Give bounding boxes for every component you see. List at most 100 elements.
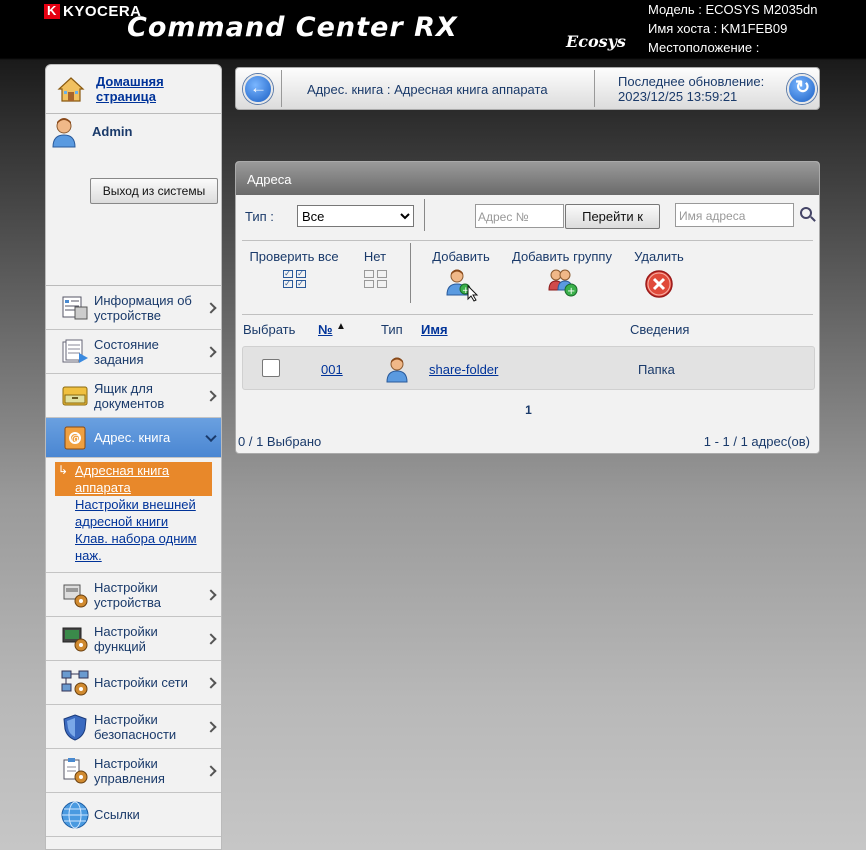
chevron-right-icon: [205, 389, 217, 402]
delete-icon: [631, 268, 687, 303]
svg-text:+: +: [567, 286, 575, 297]
function-settings-icon: [60, 624, 90, 654]
select-none-label: Нет: [363, 249, 387, 264]
panel-title: Адреса: [236, 162, 819, 195]
delete-label: Удалить: [634, 249, 684, 264]
row-number-link[interactable]: 001: [321, 362, 343, 377]
sidebar-item-label: Ссылки: [94, 807, 140, 822]
chevron-right-icon: [205, 676, 217, 689]
sidebar-item-security-settings[interactable]: Настройки безопасности: [46, 705, 221, 749]
search-icon[interactable]: [800, 207, 812, 219]
last-update-value: 2023/12/25 13:59:21: [618, 89, 738, 104]
divider: [594, 70, 595, 107]
breadcrumb: Адрес. книга : Адресная книга аппарата: [307, 82, 548, 97]
chevron-right-icon: [205, 588, 217, 601]
col-select: Выбрать: [243, 322, 296, 337]
col-details: Сведения: [630, 322, 690, 337]
sidebar-item-links[interactable]: Ссылки: [46, 793, 221, 837]
actions-bar: Проверить все ✓ ✓ ✓ ✓ Нет Добавить + Добав…: [236, 239, 819, 313]
add-button[interactable]: Добавить +: [429, 249, 493, 305]
document-box-icon: [60, 381, 90, 411]
checkboxes-empty-icon: [360, 270, 390, 288]
chevron-right-icon: [205, 764, 217, 777]
sidebar-item-device-info[interactable]: Информация об устройстве: [46, 286, 221, 330]
sidebar-item-label: Настройки функций: [94, 623, 158, 654]
chevron-right-icon: [205, 720, 217, 733]
top-bar: Адрес. книга : Адресная книга аппарата П…: [235, 67, 820, 110]
submenu-label: Адресная книга аппарата: [75, 463, 170, 495]
addresses-panel: Адреса Тип : Все Адрес № Перейти к Имя а…: [235, 161, 820, 454]
address-number-input[interactable]: Адрес №: [475, 204, 564, 228]
sidebar-item-device-settings[interactable]: Настройки устройства: [46, 573, 221, 617]
sidebar-item-address-book[interactable]: @ Адрес. книга: [46, 418, 221, 458]
submenu-one-touch-keys[interactable]: Клав. набора одним наж.: [55, 530, 221, 564]
chevron-right-icon: [205, 301, 217, 314]
empty-box-icon: [376, 280, 387, 288]
add-group-label: Добавить группу: [512, 249, 612, 264]
goto-button[interactable]: Перейти к: [565, 204, 660, 229]
back-icon[interactable]: [243, 74, 273, 104]
sidebar: Домашняя страница Admin Выход из системы…: [45, 64, 222, 850]
col-number-label: №: [318, 322, 333, 337]
divider: [281, 70, 282, 107]
home-icon: [56, 74, 86, 104]
submenu-external-address-book[interactable]: Настройки внешней адресной книги: [55, 496, 221, 530]
svg-text:@: @: [71, 434, 81, 445]
select-none-button[interactable]: Нет: [360, 249, 390, 288]
submenu-machine-address-book[interactable]: Адресная книга аппарата: [55, 462, 212, 496]
col-number[interactable]: №: [318, 322, 333, 337]
check-all-label: Проверить все: [249, 249, 339, 264]
row-name-link[interactable]: share-folder: [429, 362, 498, 377]
sidebar-item-network-settings[interactable]: Настройки сети: [46, 661, 221, 705]
col-name[interactable]: Имя: [421, 322, 448, 337]
sidebar-item-label: Настройки устройства: [94, 579, 161, 610]
sidebar-item-function-settings[interactable]: Настройки функций: [46, 617, 221, 661]
check-mark-icon: ✓: [295, 279, 306, 288]
kyocera-mark-icon: [44, 3, 60, 19]
table-header: Выбрать № ▲ Тип Имя Сведения: [236, 313, 819, 339]
sidebar-home[interactable]: Домашняя страница: [46, 65, 221, 114]
user-name: Admin: [92, 124, 133, 139]
chevron-right-icon: [205, 345, 217, 358]
type-select[interactable]: Все: [297, 205, 414, 227]
row-checkbox[interactable]: [262, 359, 280, 377]
sidebar-item-management-settings[interactable]: Настройки управления: [46, 749, 221, 793]
checkboxes-checked-icon: ✓ ✓ ✓ ✓: [248, 270, 340, 288]
device-info: Модель : ECOSYS M2035dn Имя хоста : KM1F…: [648, 0, 818, 57]
logout-button[interactable]: Выход из системы: [90, 178, 218, 204]
app-title: Command Center RX: [127, 12, 458, 43]
device-info-icon: [60, 293, 90, 323]
sidebar-item-job-status[interactable]: Состояние задания: [46, 330, 221, 374]
ecosys-logo: Ecosys: [566, 32, 626, 51]
last-update: Последнее обновление: 2023/12/25 13:59:2…: [618, 74, 764, 104]
sidebar-item-label: Ящик для документов: [94, 380, 165, 411]
user-type-icon: [385, 355, 409, 386]
shield-icon: [60, 712, 90, 742]
location-text: Местоположение :: [648, 40, 760, 55]
address-book-submenu: Адресная книга аппарата Настройки внешне…: [46, 458, 221, 573]
sort-ascending-icon[interactable]: ▲: [336, 321, 346, 332]
address-name-input[interactable]: Имя адреса: [675, 203, 794, 227]
check-all-button[interactable]: Проверить все ✓ ✓ ✓ ✓: [248, 249, 340, 288]
sidebar-item-label: Состояние задания: [94, 336, 159, 367]
address-range: 1 - 1 / 1 адрес(ов): [703, 434, 810, 449]
address-book-icon: @: [60, 423, 90, 453]
chevron-down-icon: [205, 430, 217, 442]
sidebar-item-label: Адрес. книга: [94, 430, 171, 445]
sidebar-item-document-box[interactable]: Ящик для документов: [46, 374, 221, 418]
add-label: Добавить: [432, 249, 490, 264]
sidebar-item-label: Настройки сети: [94, 675, 188, 690]
home-link[interactable]: Домашняя страница: [96, 74, 221, 104]
check-mark-icon: ✓: [282, 279, 293, 288]
row-details: Папка: [638, 362, 675, 377]
add-user-icon: +: [429, 268, 493, 305]
delete-button[interactable]: Удалить: [631, 249, 687, 303]
filter-bar: Тип : Все Адрес № Перейти к Имя адреса: [236, 195, 819, 239]
page-number[interactable]: 1: [236, 403, 819, 417]
refresh-icon[interactable]: [787, 74, 817, 104]
job-status-icon: [60, 337, 90, 367]
sidebar-item-label: Настройки управления: [94, 755, 165, 786]
add-group-button[interactable]: Добавить группу +: [509, 249, 615, 301]
host-text: Имя хоста : KM1FEB09: [648, 21, 788, 36]
empty-box-icon: [363, 270, 374, 278]
